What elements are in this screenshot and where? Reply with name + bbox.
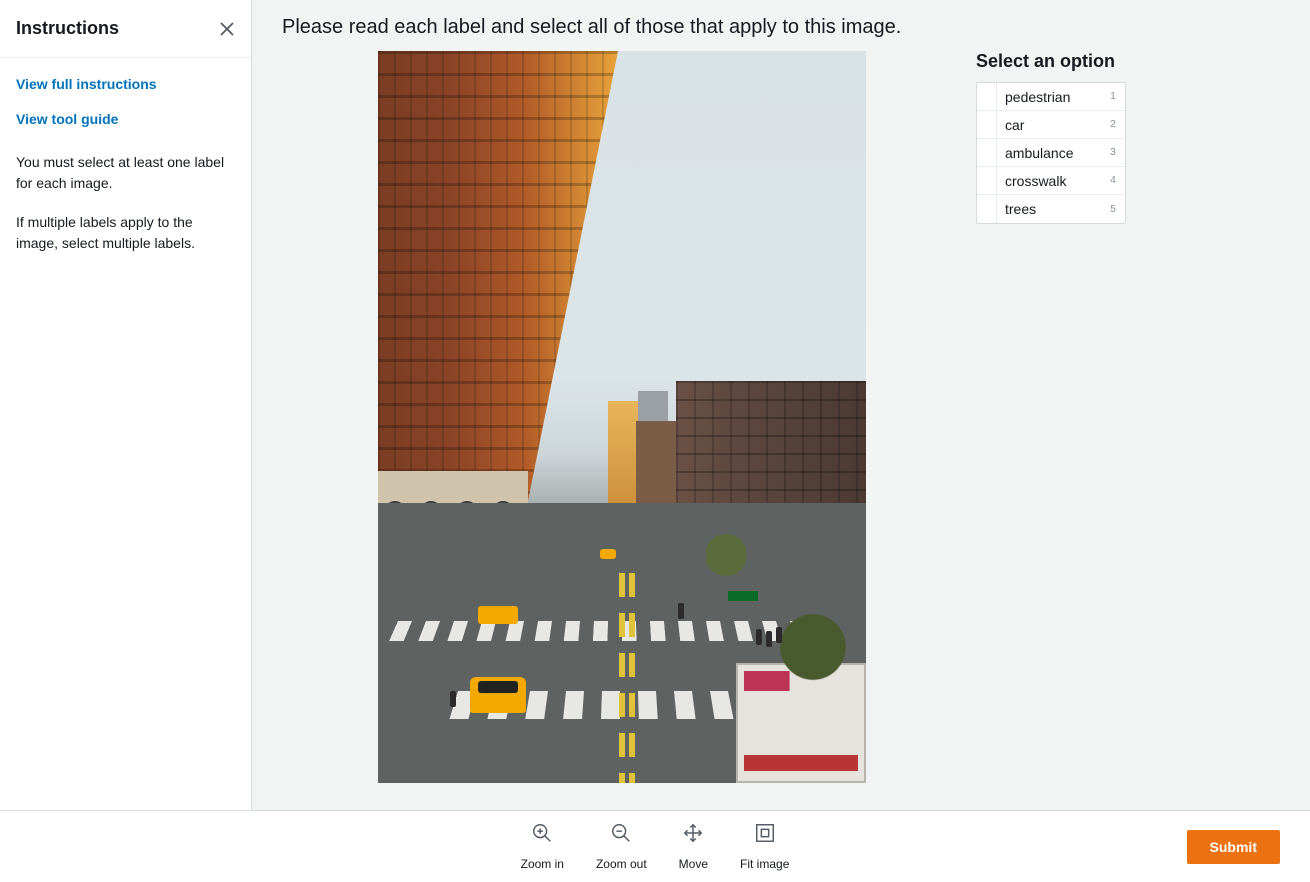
options-panel: Select an option pedestrian 1 car 2 a — [976, 51, 1126, 224]
view-tool-guide-link[interactable]: View tool guide — [16, 109, 235, 130]
option-trees[interactable]: trees 5 — [977, 195, 1125, 223]
instructions-panel: Instructions View full instructions View… — [0, 0, 252, 810]
option-shortcut: 3 — [1107, 147, 1125, 158]
option-label: car — [997, 117, 1107, 133]
tool-label: Fit image — [740, 857, 789, 871]
city-street-image — [378, 51, 866, 783]
instructions-title: Instructions — [16, 18, 119, 39]
instructions-text-multiple: If multiple labels apply to the image, s… — [16, 212, 235, 254]
option-label: ambulance — [997, 145, 1107, 161]
option-label: trees — [997, 201, 1107, 217]
option-checkbox[interactable] — [977, 83, 997, 110]
main-area: Please read each label and select all of… — [252, 0, 1310, 810]
option-shortcut: 1 — [1107, 91, 1125, 102]
option-shortcut: 2 — [1107, 119, 1125, 130]
option-checkbox[interactable] — [977, 167, 997, 194]
instructions-text-required: You must select at least one label for e… — [16, 152, 235, 194]
option-ambulance[interactable]: ambulance 3 — [977, 139, 1125, 167]
tool-label: Zoom out — [596, 857, 647, 871]
option-shortcut: 4 — [1107, 175, 1125, 186]
fit-image-button[interactable]: Fit image — [740, 822, 789, 871]
view-full-instructions-link[interactable]: View full instructions — [16, 74, 235, 95]
submit-button[interactable]: Submit — [1187, 830, 1280, 864]
option-pedestrian[interactable]: pedestrian 1 — [977, 83, 1125, 111]
option-crosswalk[interactable]: crosswalk 4 — [977, 167, 1125, 195]
option-car[interactable]: car 2 — [977, 111, 1125, 139]
option-label: crosswalk — [997, 173, 1107, 189]
task-image[interactable] — [378, 51, 866, 783]
zoom-in-button[interactable]: Zoom in — [521, 822, 564, 871]
toolbar: Zoom in Zoom out Move Fit image Submit — [0, 810, 1310, 882]
option-list: pedestrian 1 car 2 ambulance 3 — [976, 82, 1126, 224]
option-checkbox[interactable] — [977, 195, 997, 223]
move-icon — [682, 822, 704, 849]
tool-label: Move — [679, 857, 708, 871]
option-shortcut: 5 — [1107, 204, 1125, 215]
task-prompt: Please read each label and select all of… — [252, 0, 1310, 51]
tool-label: Zoom in — [521, 857, 564, 871]
zoom-in-icon — [531, 822, 553, 849]
option-checkbox[interactable] — [977, 111, 997, 138]
fit-image-icon — [754, 822, 776, 849]
options-title: Select an option — [976, 51, 1126, 72]
option-label: pedestrian — [997, 89, 1107, 105]
move-button[interactable]: Move — [679, 822, 708, 871]
zoom-out-button[interactable]: Zoom out — [596, 822, 647, 871]
close-icon[interactable] — [219, 21, 235, 37]
option-checkbox[interactable] — [977, 139, 997, 166]
zoom-out-icon — [610, 822, 632, 849]
